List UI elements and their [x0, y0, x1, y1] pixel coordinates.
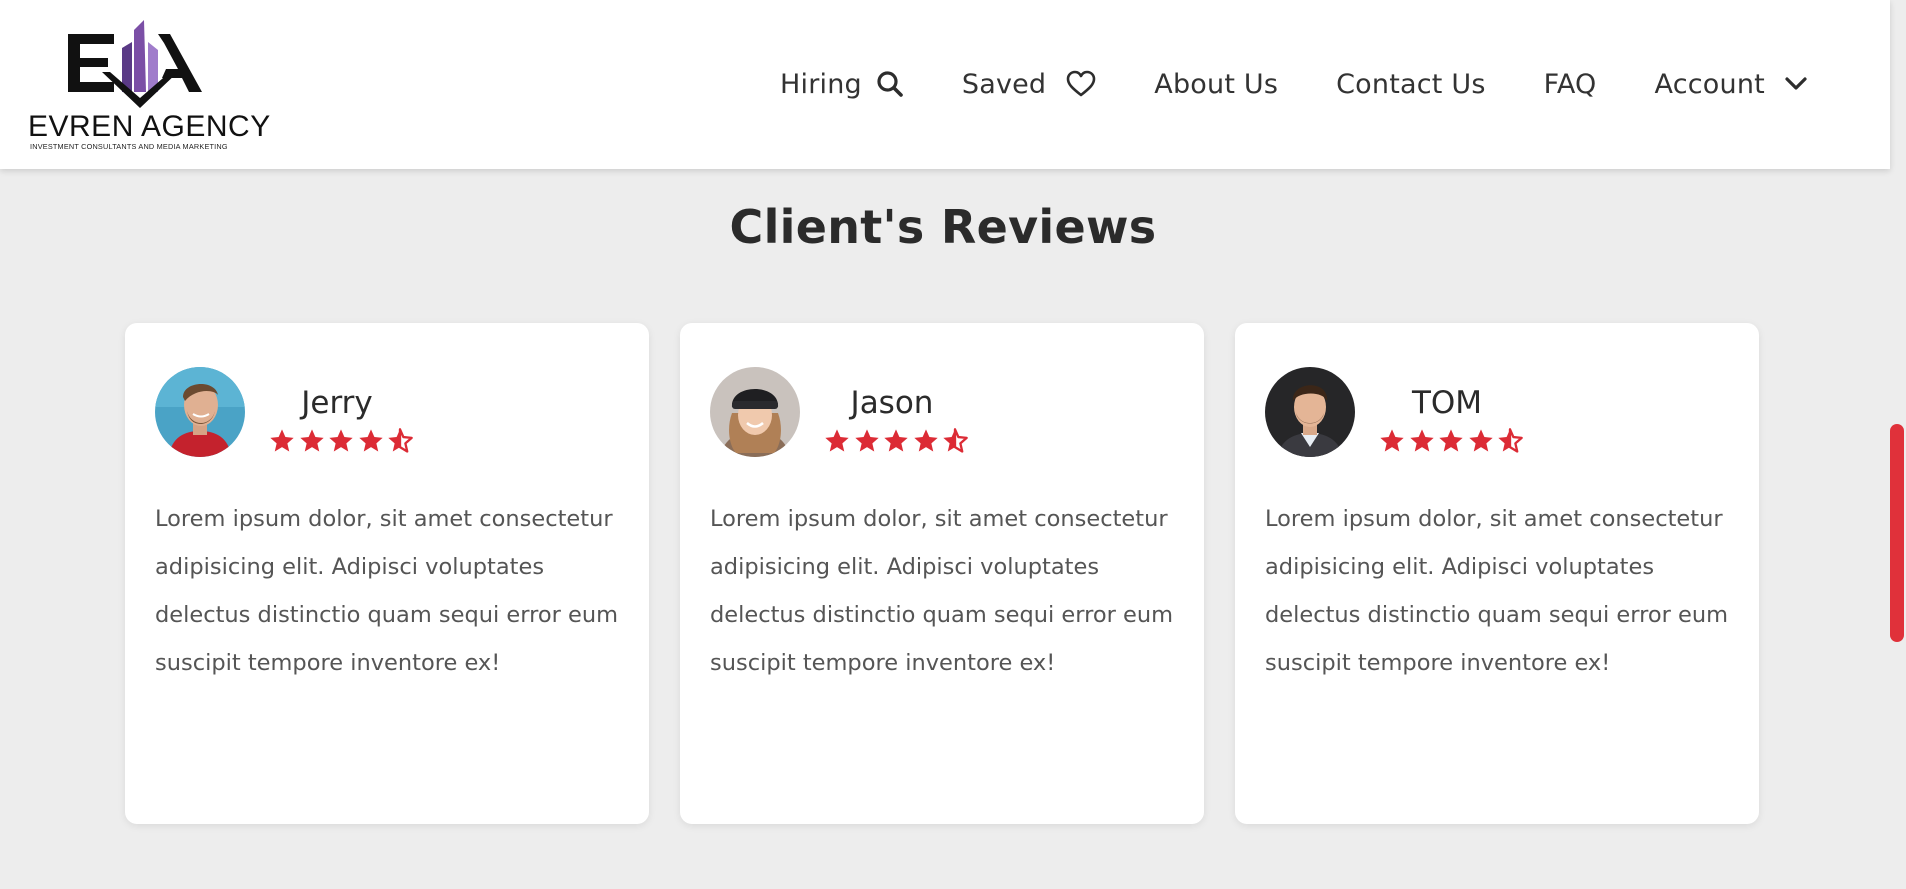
nav-item-faq[interactable]: FAQ — [1544, 69, 1597, 100]
reviewer-name: Jerry — [301, 385, 373, 421]
star-rating — [1378, 427, 1526, 455]
review-text: Lorem ipsum dolor, sit amet consectetur … — [710, 506, 1174, 676]
avatar — [710, 367, 800, 457]
heart-icon — [1066, 70, 1096, 98]
star-icon — [823, 427, 851, 455]
star-half-icon — [386, 427, 414, 455]
star-icon — [1437, 427, 1465, 455]
review-text: Lorem ipsum dolor, sit amet consectetur … — [155, 506, 619, 676]
main-nav: Hiring Saved About Us Contact Us FAQ Acc… — [780, 62, 1807, 106]
avatar — [155, 367, 245, 457]
star-icon — [357, 427, 385, 455]
star-rating — [823, 427, 971, 455]
brand-tagline: INVESTMENT CONSULTANTS AND MEDIA MARKETI… — [30, 142, 228, 151]
star-half-icon — [1496, 427, 1524, 455]
star-half-icon — [941, 427, 969, 455]
star-icon — [912, 427, 940, 455]
nav-item-label: Hiring — [780, 68, 862, 100]
nav-item-label: About Us — [1154, 68, 1279, 100]
star-icon — [853, 427, 881, 455]
brand-name: EVREN AGENCY — [28, 110, 271, 143]
logo-mark-icon — [68, 20, 202, 108]
star-icon — [1467, 427, 1495, 455]
nav-item-about-us[interactable]: About Us — [1154, 69, 1278, 100]
star-icon — [268, 427, 296, 455]
review-card: TOM Lorem ipsum dolor, sit amet consecte… — [1235, 323, 1759, 824]
brand-logo[interactable]: EVREN AGENCY INVESTMENT CONSULTANTS AND … — [28, 16, 270, 151]
star-icon — [882, 427, 910, 455]
review-text: Lorem ipsum dolor, sit amet consectetur … — [1265, 506, 1729, 676]
star-icon — [298, 427, 326, 455]
nav-item-label: Account — [1654, 68, 1765, 100]
site-header: EVREN AGENCY INVESTMENT CONSULTANTS AND … — [0, 0, 1890, 169]
nav-item-label: Saved — [961, 68, 1047, 100]
section-title: Client's Reviews — [729, 200, 1157, 254]
review-card: Jason Lorem ipsum dolor, sit amet consec… — [680, 323, 1204, 824]
nav-item-label: FAQ — [1543, 68, 1597, 100]
nav-item-account[interactable]: Account — [1655, 69, 1807, 100]
reviewer-name: Jason — [850, 385, 934, 421]
scrollbar-thumb[interactable] — [1890, 424, 1904, 642]
nav-item-contact-us[interactable]: Contact Us — [1336, 69, 1485, 100]
chevron-down-icon — [1785, 77, 1807, 91]
star-icon — [1378, 427, 1406, 455]
nav-item-hiring[interactable]: Hiring — [780, 69, 904, 100]
reviewer-name: TOM — [1411, 385, 1483, 421]
search-icon — [876, 70, 904, 98]
star-rating — [268, 427, 416, 455]
review-card: Jerry Lorem ipsum dolor, sit amet consec… — [125, 323, 649, 824]
avatar — [1265, 367, 1355, 457]
star-icon — [1408, 427, 1436, 455]
nav-item-label: Contact Us — [1336, 68, 1486, 100]
nav-item-saved[interactable]: Saved — [962, 69, 1096, 100]
star-icon — [327, 427, 355, 455]
